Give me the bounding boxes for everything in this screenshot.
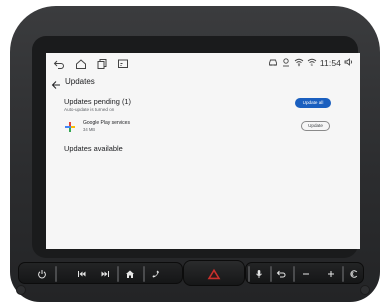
screen-cast-icon[interactable]: [117, 57, 129, 69]
home-button-icon[interactable]: [123, 267, 137, 281]
divider: [55, 266, 57, 282]
back-icon[interactable]: [53, 57, 65, 69]
update-all-button[interactable]: Update all: [295, 98, 331, 108]
auto-update-status: Auto-update is turned on: [64, 107, 115, 112]
home-icon[interactable]: [75, 57, 87, 69]
page-title: Updates: [65, 77, 95, 86]
google-play-services-icon: [64, 120, 76, 132]
back-arrow-icon[interactable]: [51, 77, 61, 89]
android-screen: 6 11:54 Updates Updates pending (1) Auto…: [46, 53, 360, 249]
app-size: 34 MB: [83, 127, 96, 132]
next-track-icon[interactable]: [98, 267, 112, 281]
car-icon: [268, 54, 278, 72]
wifi-icon: [294, 54, 304, 72]
divider: [143, 266, 145, 282]
app-name: Google Play services: [83, 120, 130, 126]
divider: [248, 266, 250, 282]
signal-icon: 6: [307, 54, 317, 72]
clock: 11:54: [319, 58, 341, 68]
hazard-button[interactable]: [183, 260, 245, 286]
volume-up-icon[interactable]: [324, 267, 338, 281]
location-icon: [281, 54, 291, 72]
screw: [360, 285, 370, 295]
status-indicators: 6 11:54: [268, 57, 354, 69]
hw-right-group: [245, 262, 364, 284]
app-header: Updates: [46, 75, 360, 91]
divider: [293, 266, 295, 282]
hardware-button-row: [18, 260, 364, 286]
hazard-icon: [207, 268, 221, 280]
power-icon[interactable]: [35, 267, 49, 281]
status-bar: 6 11:54: [46, 53, 360, 73]
divider: [342, 266, 344, 282]
divider: [270, 266, 272, 282]
previous-track-icon[interactable]: [75, 267, 89, 281]
hw-left-group: [18, 262, 183, 284]
update-button[interactable]: Update: [301, 121, 330, 131]
volume-down-icon[interactable]: [299, 267, 313, 281]
svg-text:6: 6: [310, 62, 313, 67]
updates-available-title: Updates available: [64, 144, 123, 153]
phone-icon[interactable]: [149, 267, 163, 281]
mic-icon[interactable]: [252, 267, 266, 281]
updates-pending-title: Updates pending (1): [64, 97, 131, 106]
divider: [117, 266, 119, 282]
volume-icon[interactable]: [344, 54, 354, 72]
screw: [16, 285, 26, 295]
recents-icon[interactable]: [96, 57, 108, 69]
voice-assistant-icon[interactable]: [347, 267, 361, 281]
back-button-icon[interactable]: [274, 267, 288, 281]
